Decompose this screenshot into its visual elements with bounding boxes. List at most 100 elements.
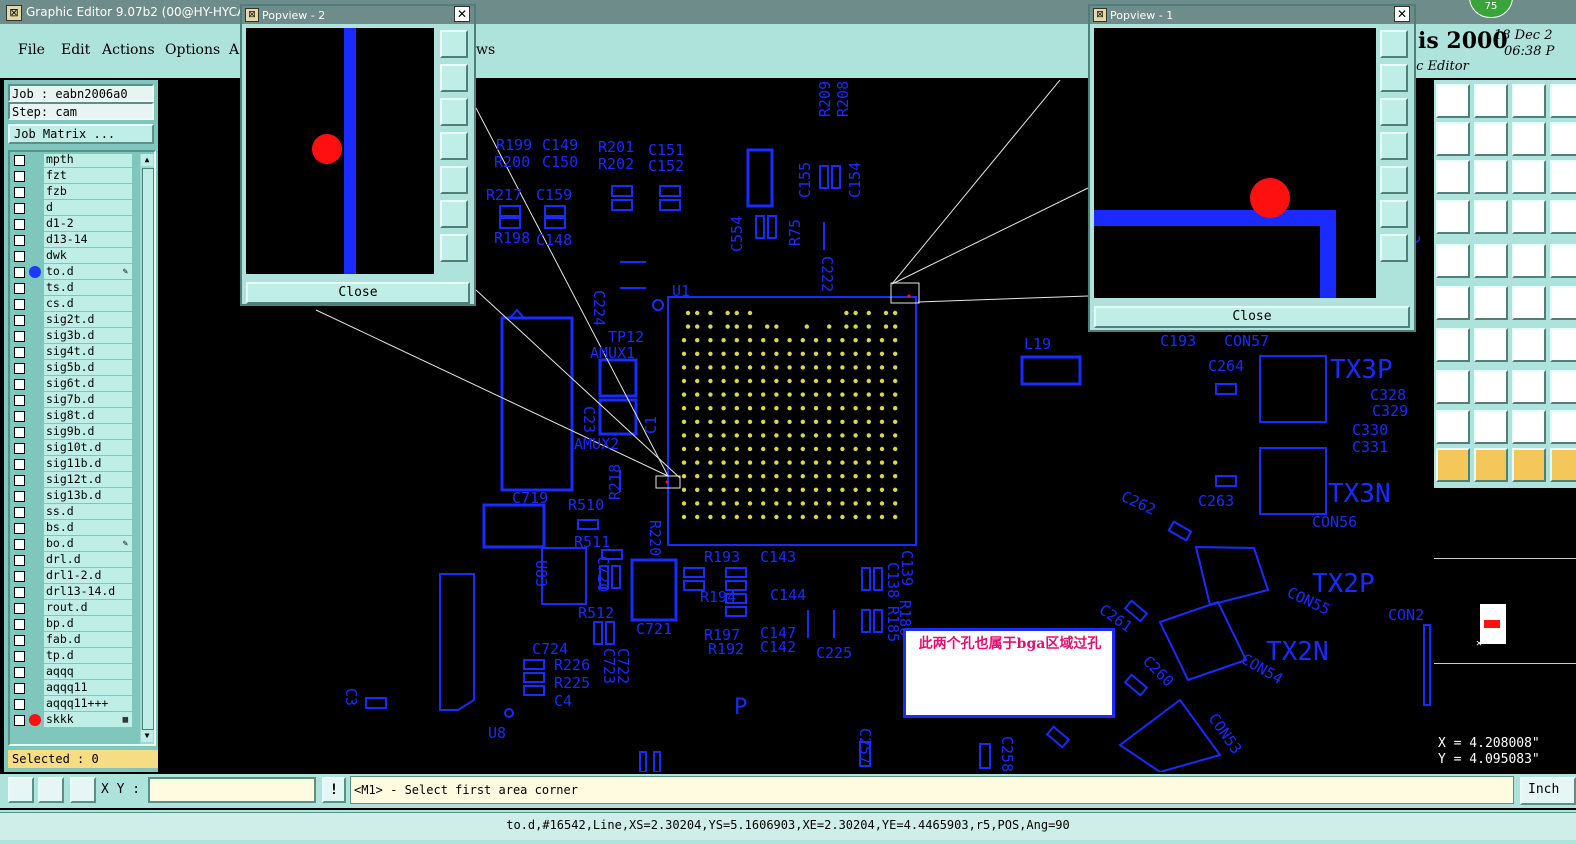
pointer-select-icon[interactable]	[1474, 448, 1508, 482]
layer-name[interactable]: aqqq	[44, 664, 132, 679]
layer-row[interactable]: rout.d	[10, 600, 136, 616]
layer-checkbox[interactable]	[14, 699, 25, 710]
popview-2-pan-left-icon[interactable]	[440, 132, 468, 160]
connect-icon[interactable]	[1436, 286, 1470, 320]
layer-row[interactable]: bp.d	[10, 616, 136, 632]
layer-checkbox[interactable]	[14, 571, 25, 582]
layer-checkbox[interactable]	[14, 315, 25, 326]
layer-row[interactable]: sig4t.d	[10, 344, 136, 360]
layer-name[interactable]: fzt	[44, 168, 132, 183]
layer-name[interactable]: sig7b.d	[44, 392, 132, 407]
layer-row[interactable]: sig12t.d	[10, 472, 136, 488]
layer-name[interactable]: mpth	[44, 154, 132, 167]
popview-1-pan-left-icon[interactable]	[1380, 132, 1408, 160]
layer-checkbox[interactable]	[14, 171, 25, 182]
layer-row[interactable]: drl13-14.d	[10, 584, 136, 600]
layer-name[interactable]: aqqq11+++	[44, 696, 132, 711]
line-draw-icon[interactable]	[1474, 244, 1508, 278]
layer-checkbox[interactable]	[14, 395, 25, 406]
layer-checkbox[interactable]	[14, 603, 25, 614]
polygon-icon[interactable]	[1550, 244, 1576, 278]
layer-name[interactable]: sig6t.d	[44, 376, 132, 391]
layer-checkbox[interactable]	[14, 299, 25, 310]
scroll-down-icon[interactable]: ▼	[141, 730, 153, 742]
arrow-icon[interactable]	[1550, 328, 1576, 362]
slant-line-2-icon[interactable]	[1474, 328, 1508, 362]
layer-row[interactable]: sig13b.d	[10, 488, 136, 504]
load-icon[interactable]	[1436, 84, 1470, 118]
layer-row[interactable]: mpth	[10, 154, 136, 168]
layer-checkbox[interactable]	[14, 283, 25, 294]
layer-checkbox[interactable]	[14, 491, 25, 502]
layer-name[interactable]: d1-2	[44, 216, 132, 231]
layer-name[interactable]: drl.d	[44, 552, 132, 567]
cross-icon[interactable]	[1474, 286, 1508, 320]
layer-name[interactable]: tp.d	[44, 648, 132, 663]
measure-pair-icon[interactable]	[1550, 160, 1576, 194]
layer-checkbox[interactable]	[14, 155, 25, 166]
layer-row[interactable]: sig7b.d	[10, 392, 136, 408]
layer-row[interactable]: fab.d	[10, 632, 136, 648]
popview-1-pan-down-icon[interactable]	[1380, 98, 1408, 126]
drag-icon[interactable]	[1512, 286, 1546, 320]
popview-2-menu-icon[interactable]: ⊠	[245, 8, 259, 22]
measure-icon[interactable]	[38, 777, 64, 803]
layer-name[interactable]: ts.d	[44, 280, 132, 295]
layer-checkbox[interactable]	[14, 363, 25, 374]
layer-name[interactable]: sig12t.d	[44, 472, 132, 487]
popview-1-pan-up-icon[interactable]	[1380, 64, 1408, 92]
menu-options[interactable]: Options	[165, 42, 220, 58]
menu-edit[interactable]: Edit	[61, 42, 90, 58]
red-box-icon[interactable]	[1550, 200, 1576, 234]
grid-icon[interactable]	[70, 777, 96, 803]
layer-checkbox[interactable]	[14, 587, 25, 598]
layer-row[interactable]: fzb	[10, 184, 136, 200]
layer-row[interactable]: ts.d	[10, 280, 136, 296]
units-button[interactable]: Inch	[1520, 777, 1576, 805]
layer-row[interactable]: sig2t.d	[10, 312, 136, 328]
scroll-up-icon[interactable]: ▲	[141, 154, 153, 166]
fit-all-icon[interactable]	[1436, 160, 1470, 194]
move-left-icon[interactable]	[1436, 122, 1470, 156]
layer-name[interactable]: bp.d	[44, 616, 132, 631]
layer-row[interactable]: sig3b.d	[10, 328, 136, 344]
layer-row[interactable]: sig11b.d	[10, 456, 136, 472]
popview-1-close-button[interactable]: Close	[1094, 306, 1410, 328]
popview-1-zoom-out-icon[interactable]	[1380, 234, 1408, 262]
layer-name[interactable]: sig3b.d	[44, 328, 132, 343]
layer-checkbox[interactable]	[14, 507, 25, 518]
layer-row[interactable]: bs.d	[10, 520, 136, 536]
layer-checkbox[interactable]	[14, 379, 25, 390]
menu-analysis-partial[interactable]: A	[229, 42, 239, 58]
home-icon[interactable]	[1512, 84, 1546, 118]
shift-icon[interactable]	[1474, 370, 1508, 404]
layer-checkbox[interactable]	[14, 651, 25, 662]
layer-name[interactable]: skkk ▦	[44, 712, 132, 727]
triangle-2-icon[interactable]	[1474, 410, 1508, 444]
layer-checkbox[interactable]	[14, 251, 25, 262]
layer-row[interactable]: to.d ✎	[10, 264, 136, 280]
overview-panel[interactable]: ✕	[1434, 486, 1576, 736]
layer-checkbox[interactable]	[14, 331, 25, 342]
layer-name[interactable]: fzb	[44, 184, 132, 199]
layer-name[interactable]: d	[44, 200, 132, 215]
layer-row[interactable]: d	[10, 200, 136, 216]
triangle-4-icon[interactable]	[1550, 410, 1576, 444]
layer-checkbox[interactable]	[14, 475, 25, 486]
layer-row[interactable]: dwk	[10, 248, 136, 264]
layer-row[interactable]: aqqq11+++	[10, 696, 136, 712]
pointer-alt-icon[interactable]	[1550, 448, 1576, 482]
layer-name[interactable]: sig13b.d	[44, 488, 132, 503]
arc-icon[interactable]	[1550, 286, 1576, 320]
zoom-box-icon[interactable]	[8, 777, 34, 803]
split-icon[interactable]	[1550, 122, 1576, 156]
popview-1-close-icon[interactable]: ✕	[1394, 6, 1410, 22]
layer-checkbox[interactable]	[14, 411, 25, 422]
layer-checkbox[interactable]	[14, 619, 25, 630]
layer-name[interactable]: rout.d	[44, 600, 132, 615]
menu-file[interactable]: File	[18, 42, 45, 58]
layer-row[interactable]: aqqq	[10, 664, 136, 680]
layer-row[interactable]: sig9b.d	[10, 424, 136, 440]
popview-1-menu-icon[interactable]: ⊠	[1093, 8, 1107, 22]
layer-checkbox[interactable]	[14, 715, 25, 726]
